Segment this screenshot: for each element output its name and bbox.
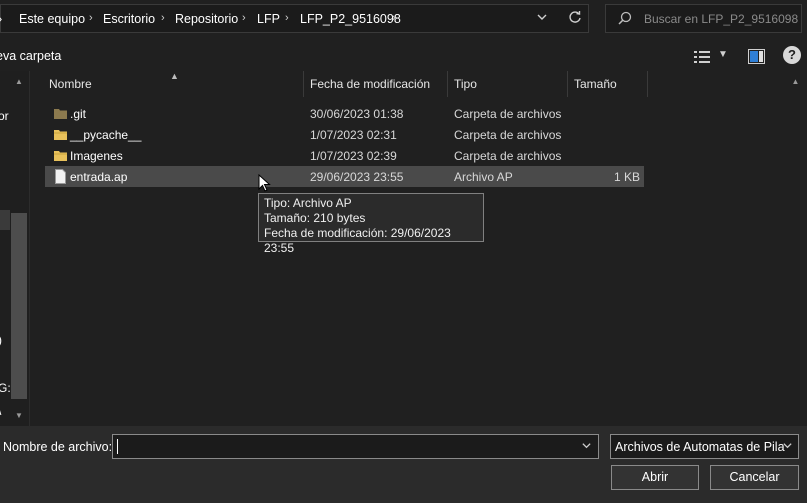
file-row[interactable]: __pycache__ 1/07/2023 02:31 Carpeta de a… (45, 124, 644, 145)
search-icon (618, 11, 632, 25)
folder-icon (53, 106, 68, 121)
crumb-repositorio[interactable]: Repositorio (175, 12, 238, 26)
column-header-name[interactable]: Nombre (49, 77, 92, 101)
column-header-size[interactable]: Tamaño (574, 77, 617, 101)
file-date: 30/06/2023 01:38 (310, 107, 404, 121)
search-box[interactable]: Buscar en LFP_P2_9516098 (605, 4, 802, 33)
crumb-separator[interactable]: › (285, 12, 289, 24)
search-placeholder: Buscar en LFP_P2_9516098 (644, 12, 799, 26)
scroll-up-icon[interactable]: ▲ (11, 77, 27, 86)
file-date: 1/07/2023 02:39 (310, 149, 397, 163)
file-date: 29/06/2023 23:55 (310, 170, 404, 184)
refresh-icon[interactable] (566, 10, 584, 28)
folder-icon (53, 148, 68, 163)
text-caret (117, 439, 118, 454)
crumb-lfp[interactable]: LFP (257, 12, 280, 26)
column-divider[interactable] (647, 71, 648, 97)
file-type: Carpeta de archivos (454, 128, 562, 142)
chevron-down-icon[interactable] (782, 440, 793, 454)
nav-item-fragment[interactable]: or (0, 109, 9, 123)
file-row-selected[interactable]: entrada.ap 29/06/2023 23:55 Archivo AP 1… (45, 166, 644, 187)
column-divider[interactable] (303, 71, 304, 97)
mouse-cursor-icon (258, 173, 272, 194)
scrollbar-thumb[interactable] (11, 213, 27, 399)
sort-ascending-icon: ▲ (170, 71, 179, 81)
preview-pane-icon[interactable] (748, 49, 765, 64)
scroll-up-icon[interactable]: ▲ (787, 77, 804, 86)
view-options-icon[interactable] (693, 50, 711, 64)
file-type-filter-select[interactable]: Archivos de Automatas de Pila (610, 434, 799, 459)
column-divider[interactable] (447, 71, 448, 97)
tooltip-type: Tipo: Archivo AP (264, 196, 352, 210)
file-type: Carpeta de archivos (454, 107, 562, 121)
nav-item-fragment[interactable]: ) (0, 333, 2, 347)
filename-label: Nombre de archivo: (3, 440, 113, 454)
file-icon (53, 169, 68, 184)
file-name: Imagenes (70, 149, 123, 163)
file-row[interactable]: .git 30/06/2023 01:38 Carpeta de archivo… (45, 103, 644, 124)
crumb-lfp-p2[interactable]: LFP_P2_9516098 (300, 12, 401, 26)
crumb-escritorio[interactable]: Escritorio (103, 12, 155, 26)
file-name: entrada.ap (70, 170, 128, 184)
crumb-este-equipo[interactable]: Este equipo (19, 12, 85, 26)
file-type-filter-value: Archivos de Automatas de Pila (615, 440, 785, 454)
chevron-down-icon[interactable] (581, 440, 592, 454)
chevron-down-icon[interactable] (533, 11, 551, 27)
filename-input[interactable] (112, 434, 599, 459)
crumb-prefix-sep: › (0, 12, 2, 26)
folder-icon (53, 127, 68, 142)
tooltip-date: Fecha de modificación: 29/06/2023 23:55 (264, 226, 451, 255)
file-row[interactable]: Imagenes 1/07/2023 02:39 Carpeta de arch… (45, 145, 644, 166)
nav-scrollbar[interactable]: ▲ ▼ (11, 73, 27, 425)
new-folder-button[interactable]: eva carpeta (0, 49, 61, 63)
crumb-separator[interactable]: › (242, 12, 246, 24)
file-type: Carpeta de archivos (454, 149, 562, 163)
column-divider[interactable] (567, 71, 568, 97)
nav-selected-item[interactable] (0, 210, 10, 230)
view-dropdown-icon[interactable]: ▼ (718, 49, 728, 60)
file-name: __pycache__ (70, 128, 142, 142)
crumb-separator[interactable]: › (89, 12, 93, 24)
file-list-scrollbar[interactable]: ▲ (787, 71, 804, 426)
nav-item-fragment[interactable]: G: (0, 381, 11, 395)
tooltip-size: Tamaño: 210 bytes (264, 211, 366, 225)
column-header-date[interactable]: Fecha de modificación (310, 77, 430, 101)
file-size: 1 KB (613, 170, 640, 184)
crumb-separator[interactable]: › (161, 12, 165, 24)
scroll-down-icon[interactable]: ▼ (11, 411, 27, 420)
file-name: .git (70, 107, 87, 121)
nav-item-fragment[interactable]: \ (0, 404, 1, 418)
column-header-type[interactable]: Tipo (454, 77, 477, 101)
help-icon[interactable]: ? (783, 46, 801, 64)
address-bar[interactable]: › Este equipo › Escritorio › Repositorio… (0, 4, 589, 33)
file-tooltip: Tipo: Archivo AP Tamaño: 210 bytes Fecha… (258, 193, 484, 255)
file-date: 1/07/2023 02:31 (310, 128, 397, 142)
file-type: Archivo AP (454, 170, 513, 184)
crumb-separator[interactable]: › (392, 12, 396, 24)
open-button[interactable]: Abrir (611, 465, 699, 490)
cancel-button[interactable]: Cancelar (710, 465, 799, 490)
